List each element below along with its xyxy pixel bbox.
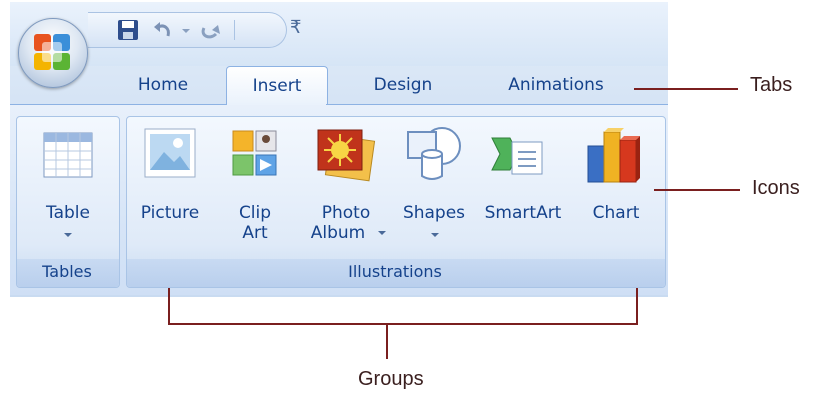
- photo-album-label-line2[interactable]: Album: [298, 222, 378, 244]
- icons-pointer-line: [654, 189, 740, 191]
- photo-album-label-line1[interactable]: Photo: [306, 202, 386, 224]
- chart-icon[interactable]: [586, 124, 648, 184]
- groups-annotation: Groups: [358, 368, 424, 390]
- qat-divider: [234, 20, 235, 40]
- smartart-button-label[interactable]: SmartArt: [478, 202, 568, 224]
- picture-button-label[interactable]: Picture: [130, 202, 210, 224]
- photo-album-icon[interactable]: [314, 126, 376, 182]
- groups-bracket-bottom: [168, 323, 638, 325]
- clip-art-label-line2[interactable]: Art: [215, 222, 295, 244]
- table-button-label[interactable]: Table: [28, 202, 108, 224]
- redo-icon[interactable]: [198, 18, 224, 42]
- tab-animations[interactable]: Animations: [482, 66, 630, 104]
- tab-insert[interactable]: Insert: [226, 66, 328, 105]
- undo-icon[interactable]: [150, 18, 176, 42]
- smartart-icon[interactable]: [490, 130, 546, 182]
- chart-button-label[interactable]: Chart: [576, 202, 656, 224]
- clip-art-icon[interactable]: [230, 128, 280, 180]
- tab-design[interactable]: Design: [350, 66, 456, 104]
- undo-dropdown-arrow[interactable]: [182, 29, 190, 33]
- office-logo-icon: [34, 34, 70, 70]
- shapes-dropdown-arrow[interactable]: [431, 233, 439, 237]
- picture-icon[interactable]: [142, 126, 198, 182]
- group-illustrations-label: Illustrations: [348, 262, 442, 281]
- groups-bracket-left: [168, 288, 170, 325]
- table-dropdown-arrow[interactable]: [64, 233, 72, 237]
- tabs-pointer-line: [634, 88, 738, 90]
- photo-album-dropdown-arrow[interactable]: [378, 231, 386, 235]
- tab-home[interactable]: Home: [120, 66, 206, 104]
- tabs-annotation: Tabs: [750, 74, 793, 96]
- group-tables-label: Tables: [42, 262, 92, 281]
- icons-annotation: Icons: [752, 177, 800, 199]
- groups-bracket-stem: [386, 323, 388, 359]
- customize-qat-icon[interactable]: ₹: [290, 17, 301, 38]
- groups-bracket-right: [636, 288, 638, 325]
- shapes-icon[interactable]: [404, 124, 464, 184]
- table-icon[interactable]: [42, 130, 96, 182]
- shapes-button-label[interactable]: Shapes: [394, 202, 474, 224]
- save-icon[interactable]: [116, 18, 142, 42]
- clip-art-label-line1[interactable]: Clip: [215, 202, 295, 224]
